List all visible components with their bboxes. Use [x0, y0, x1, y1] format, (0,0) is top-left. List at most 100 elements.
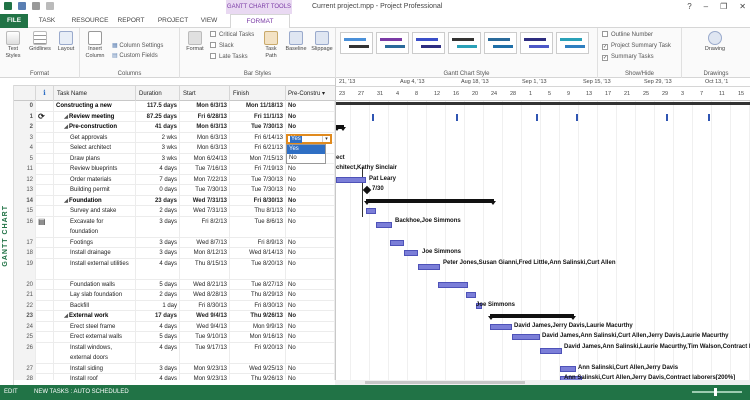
table-row[interactable]: 28 Install roof 4 days Mon 9/23/13 Thu 9/26/… — [14, 374, 335, 380]
table-row[interactable]: 27 Install siding 3 days Mon 9/23/13 Wed 9/2… — [14, 363, 335, 374]
recurring-meeting-marker[interactable] — [576, 113, 578, 121]
task-name-cell[interactable]: Install external utilities — [54, 258, 136, 280]
start-cell[interactable]: Mon 8/12/13 — [180, 248, 230, 259]
finish-cell[interactable]: Mon 7/15/13 — [230, 153, 286, 164]
finish-cell[interactable]: Thu 9/26/13 — [230, 311, 286, 322]
duration-cell[interactable]: 4 days — [136, 374, 180, 380]
row-number[interactable]: 14 — [14, 195, 36, 206]
duration-cell[interactable]: 4 days — [136, 342, 180, 364]
task-bar[interactable] — [376, 221, 392, 228]
tab-report[interactable]: REPORT — [116, 14, 146, 28]
task-name-cell[interactable]: Install windows, external doors — [54, 342, 136, 364]
indicator-cell[interactable]: ⟳ — [36, 111, 54, 122]
tab-view[interactable]: VIEW — [198, 14, 220, 28]
start-cell[interactable]: Tue 9/17/13 — [180, 342, 230, 364]
indicator-cell[interactable]: ▤ — [36, 216, 54, 238]
pre-construction-cell[interactable]: No — [286, 363, 335, 374]
pre-construction-cell[interactable]: No — [286, 258, 335, 280]
info-column-header[interactable]: ℹ — [36, 86, 54, 102]
task-bar[interactable] — [560, 365, 576, 372]
gantt-style-option[interactable] — [484, 32, 517, 54]
row-number[interactable]: 27 — [14, 363, 36, 374]
indicator-cell[interactable] — [36, 290, 54, 301]
finish-cell[interactable]: Wed 9/25/13 — [230, 363, 286, 374]
pre-construction-cell[interactable]: No — [286, 311, 335, 322]
pre-construction-cell[interactable]: No — [286, 248, 335, 259]
indicator-cell[interactable] — [36, 237, 54, 248]
start-cell[interactable]: Wed 9/4/13 — [180, 321, 230, 332]
task-name-cell[interactable]: ◢Pre-construction — [54, 122, 136, 133]
scrollbar-thumb[interactable] — [365, 381, 525, 384]
duration-cell[interactable]: 3 wks — [136, 143, 180, 154]
start-cell[interactable]: Fri 8/2/13 — [180, 216, 230, 238]
start-cell[interactable]: Mon 6/3/13 — [180, 143, 230, 154]
indicator-cell[interactable] — [36, 311, 54, 322]
gantt-style-option[interactable] — [448, 32, 481, 54]
table-row[interactable]: 18 Install drainage 3 days Mon 8/12/13 Wed 8… — [14, 248, 335, 259]
column-settings-button[interactable]: ▦ Column Settings — [112, 42, 163, 51]
finish-cell[interactable]: Fri 8/9/13 — [230, 237, 286, 248]
indicator-cell[interactable] — [36, 363, 54, 374]
duration-cell[interactable]: 23 days — [136, 195, 180, 206]
duration-cell[interactable]: 4 days — [136, 321, 180, 332]
start-cell[interactable]: Wed 7/31/13 — [180, 206, 230, 217]
task-name-cell[interactable]: Lay slab foundation — [54, 290, 136, 301]
task-bar[interactable] — [540, 347, 562, 354]
task-name-column-header[interactable]: Task Name — [54, 86, 136, 102]
start-cell[interactable]: Tue 9/10/13 — [180, 332, 230, 343]
task-path-button[interactable]: Task Path — [260, 31, 282, 60]
task-name-cell[interactable]: Review blueprints — [54, 164, 136, 175]
finish-cell[interactable]: Thu 9/26/13 — [230, 374, 286, 380]
table-row[interactable]: 14 ◢Foundation 23 days Wed 7/31/13 Fri 8/30/… — [14, 195, 335, 206]
row-number[interactable]: 26 — [14, 342, 36, 364]
row-number[interactable]: 23 — [14, 311, 36, 322]
restore-button[interactable]: ❐ — [720, 0, 727, 14]
task-name-cell[interactable]: Select architect — [54, 143, 136, 154]
table-row[interactable]: 12 Order materials 7 days Mon 7/22/13 Tue 7/… — [14, 174, 335, 185]
finish-cell[interactable]: Thu 8/1/13 — [230, 206, 286, 217]
finish-cell[interactable]: Tue 8/20/13 — [230, 258, 286, 280]
task-bar[interactable] — [512, 334, 540, 340]
table-row[interactable]: 19 Install external utilities 4 days Thu 8/… — [14, 258, 335, 280]
indicator-cell[interactable] — [36, 164, 54, 175]
pre-construction-cell[interactable]: No — [286, 174, 335, 185]
table-row[interactable]: 23 ◢External work 17 days Wed 9/4/13 Thu 9/2… — [14, 311, 335, 322]
summary-bar[interactable] — [364, 198, 496, 205]
duration-cell[interactable]: 87.25 days — [136, 111, 180, 122]
table-row[interactable]: 25 Erect external walls 5 days Tue 9/10/13 M… — [14, 332, 335, 343]
save-icon[interactable] — [18, 2, 26, 10]
start-cell[interactable]: Mon 9/23/13 — [180, 363, 230, 374]
task-name-cell[interactable]: Survey and stake — [54, 206, 136, 217]
indicator-cell[interactable] — [36, 206, 54, 217]
pre-construction-cell[interactable]: No — [286, 206, 335, 217]
task-name-cell[interactable]: Foundation walls — [54, 279, 136, 290]
row-number[interactable]: 19 — [14, 258, 36, 280]
task-bar[interactable] — [490, 323, 512, 330]
indicator-cell[interactable] — [36, 374, 54, 380]
text-styles-button[interactable]: Text Styles — [3, 31, 23, 60]
task-bar[interactable] — [390, 239, 404, 246]
row-number[interactable]: 24 — [14, 321, 36, 332]
finish-cell[interactable]: Fri 6/14/13 — [230, 132, 286, 143]
start-cell[interactable]: Tue 7/16/13 — [180, 164, 230, 175]
start-column-header[interactable]: Start — [180, 86, 230, 102]
tab-task[interactable]: TASK — [34, 14, 60, 28]
pre-construction-dropdown[interactable]: Yes ▾ Yes No — [286, 134, 332, 164]
finish-cell[interactable]: Fri 11/1/13 — [230, 111, 286, 122]
start-cell[interactable]: Mon 6/3/13 — [180, 132, 230, 143]
task-name-cell[interactable]: Draw plans — [54, 153, 136, 164]
indicator-cell[interactable] — [36, 143, 54, 154]
start-cell[interactable]: Mon 7/22/13 — [180, 174, 230, 185]
start-cell[interactable]: Mon 6/3/13 — [180, 101, 230, 112]
indicator-cell[interactable] — [36, 342, 54, 364]
chevron-down-icon[interactable]: ▾ — [322, 136, 330, 142]
duration-cell[interactable]: 2 wks — [136, 132, 180, 143]
pre-construction-cell[interactable]: No — [286, 374, 335, 380]
drawing-button[interactable]: Drawing — [700, 31, 730, 53]
row-number[interactable]: 5 — [14, 153, 36, 164]
finish-cell[interactable]: Fri 8/30/13 — [230, 300, 286, 311]
pre-construction-cell[interactable]: No — [286, 185, 335, 196]
dropdown-option-yes[interactable]: Yes — [287, 145, 325, 154]
row-number[interactable]: 20 — [14, 279, 36, 290]
duration-cell[interactable]: 0 days — [136, 185, 180, 196]
